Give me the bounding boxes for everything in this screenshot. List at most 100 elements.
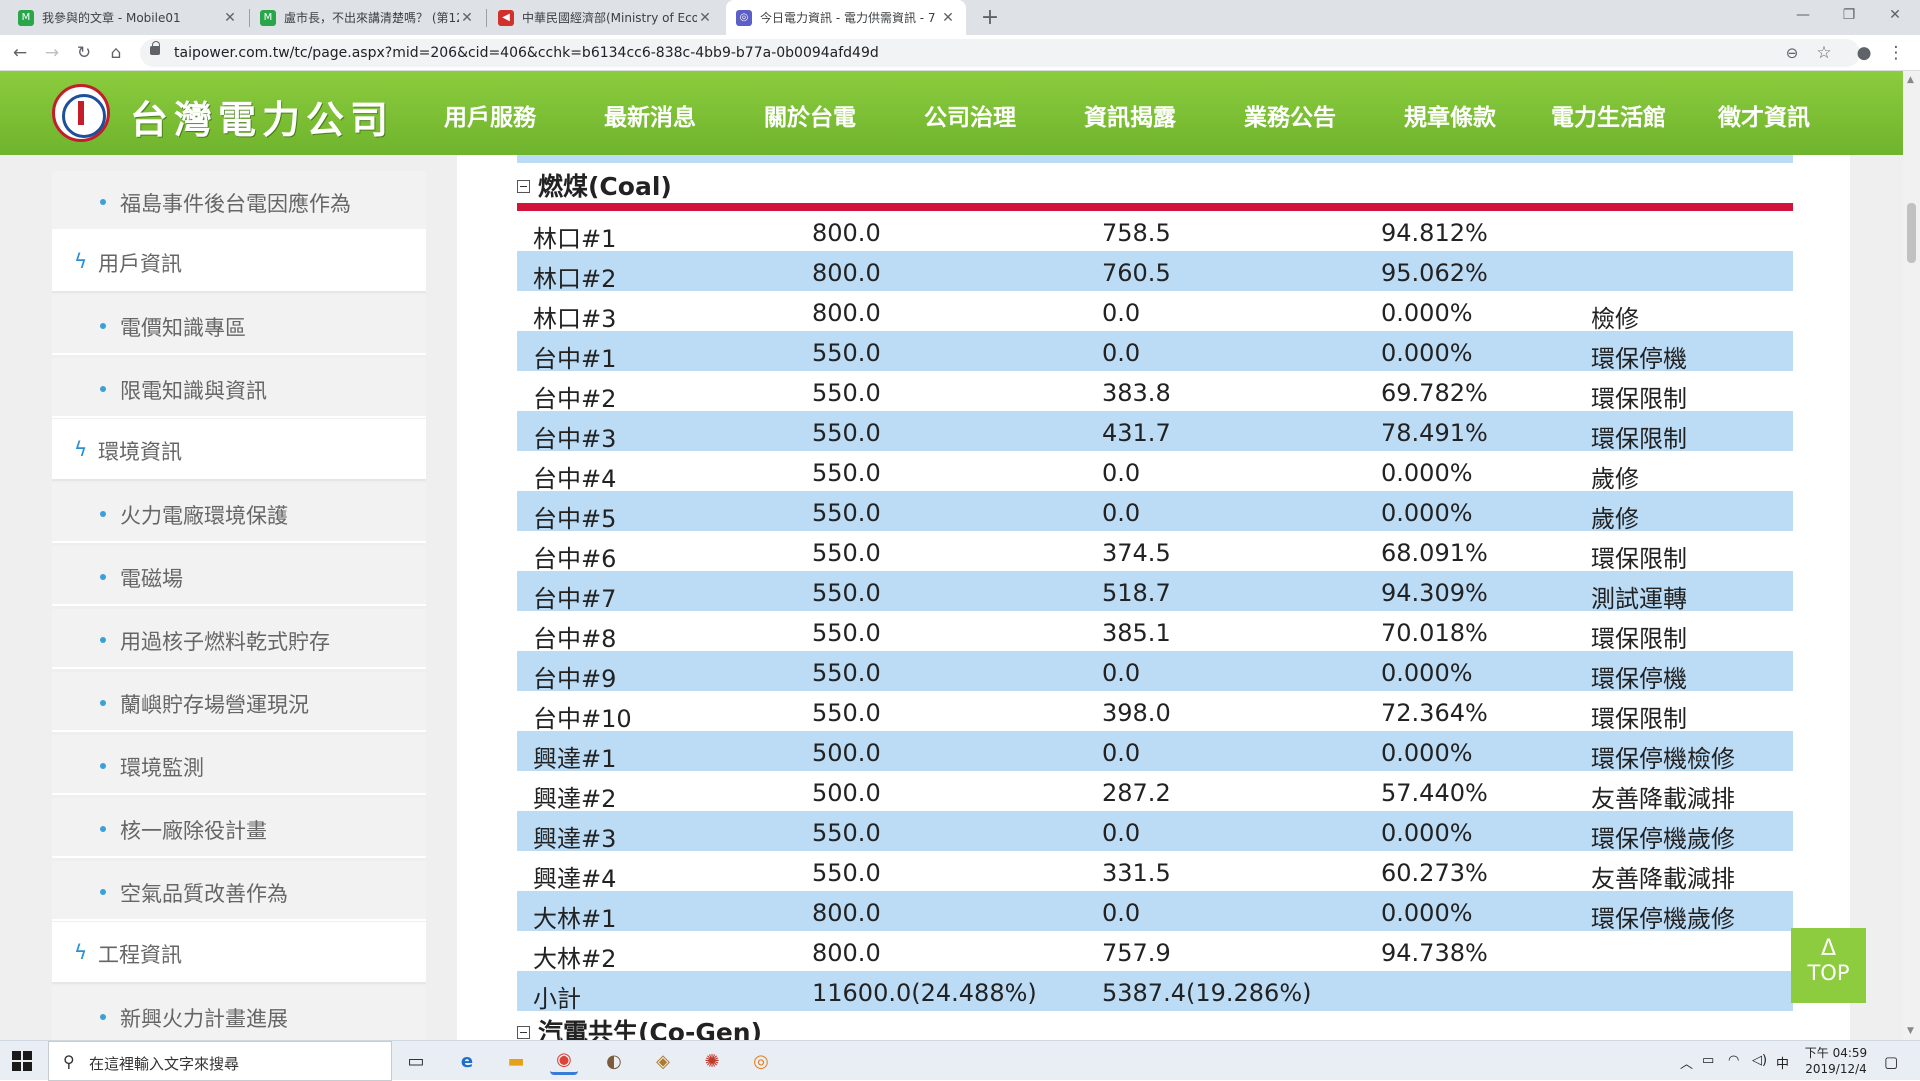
collapse-icon[interactable]	[517, 180, 530, 193]
browser-tab[interactable]: ◀ 中華民國經濟部(Ministry of Econ ✕	[488, 0, 723, 35]
sidebar-section[interactable]: ϟ 環境資訊	[52, 419, 426, 481]
nav-item-news[interactable]: 最新消息	[604, 98, 696, 132]
mobile01-favicon-icon: M	[260, 9, 276, 26]
nav-item-disclosure[interactable]: 資訊揭露	[1084, 98, 1176, 132]
nav-item-announcements[interactable]: 業務公告	[1244, 98, 1336, 132]
sidebar-item[interactable]: 環境監測	[52, 735, 426, 795]
app-icon[interactable]: ✺	[698, 1047, 726, 1075]
browser-tab[interactable]: M 盧市長，不出來講清楚嗎？ (第12 ✕	[250, 0, 485, 35]
reload-icon[interactable]: ↻	[72, 41, 96, 65]
sidebar-item[interactable]: 用過核子燃料乾式貯存	[52, 609, 426, 669]
clock-time: 下午 04:59	[1804, 1046, 1868, 1060]
home-icon[interactable]: ⌂	[104, 41, 128, 65]
nav-item-careers[interactable]: 徵才資訊	[1718, 98, 1810, 132]
sidebar-item[interactable]: 火力電廠環境保護	[52, 483, 426, 543]
cell-note: 環保限制	[1591, 385, 1687, 413]
bookmark-star-icon[interactable]: ☆	[1812, 41, 1836, 65]
battery-icon[interactable]: ▭	[1702, 1053, 1714, 1068]
cell-unit: 台中#9	[533, 665, 617, 693]
cell-unit: 台中#10	[533, 705, 632, 733]
browser-tab[interactable]: M 我參與的文章 - Mobile01 ✕	[8, 0, 248, 35]
volume-icon[interactable]: ◁)	[1752, 1053, 1767, 1068]
sidebar-item[interactable]: 蘭嶼貯存場營運現況	[52, 672, 426, 732]
nav-item-governance[interactable]: 公司治理	[924, 98, 1016, 132]
cell-capacity: 550.0	[812, 579, 881, 607]
browser-tab-active[interactable]: ◎ 今日電力資訊 - 電力供需資訊 - 7 ✕	[726, 0, 966, 35]
nav-item-customer-service[interactable]: 用戶服務	[444, 98, 536, 132]
app-icon[interactable]: ◐	[600, 1047, 628, 1075]
cell-note: 歲修	[1591, 465, 1639, 493]
blender-icon[interactable]: ◎	[747, 1047, 775, 1075]
site-brand[interactable]: 台灣電力公司	[130, 89, 394, 144]
zoom-icon[interactable]: ⊖	[1780, 41, 1804, 65]
ime-indicator[interactable]: 中	[1776, 1053, 1789, 1072]
url-text[interactable]: taipower.com.tw/tc/page.aspx?mid=206&cid…	[174, 45, 879, 61]
chrome-browser-icon[interactable]: ◉	[550, 1047, 578, 1075]
nav-item-about[interactable]: 關於台電	[764, 98, 856, 132]
cell-output: 518.7	[1102, 579, 1171, 607]
windows-start-icon[interactable]	[12, 1051, 32, 1071]
sidebar-item[interactable]: 限電知識與資訊	[52, 358, 426, 418]
taipower-logo-icon[interactable]	[52, 84, 110, 142]
cell-note: 環保停機歲修	[1591, 905, 1735, 933]
address-bar[interactable]: taipower.com.tw/tc/page.aspx?mid=206&cid…	[140, 39, 1860, 67]
close-window-icon[interactable]: ✕	[1872, 0, 1918, 30]
tray-expand-icon[interactable]: ︿	[1680, 1053, 1693, 1072]
cell-capacity: 500.0	[812, 739, 881, 767]
close-tab-icon[interactable]: ✕	[697, 10, 713, 26]
sidebar-item[interactable]: 福島事件後台電因應作為	[52, 171, 426, 231]
taskbar-search-box[interactable]: ⚲ 在這裡輸入文字來搜尋	[48, 1041, 392, 1081]
sidebar-item[interactable]: 電磁場	[52, 546, 426, 606]
nav-item-regulations[interactable]: 規章條款	[1404, 98, 1496, 132]
cell-ratio: 0.000%	[1381, 899, 1473, 927]
scroll-down-icon[interactable]: ▼	[1907, 1026, 1914, 1036]
cell-unit: 林口#3	[533, 305, 617, 333]
cell-unit: 台中#2	[533, 385, 617, 413]
collapse-icon[interactable]	[517, 1026, 530, 1039]
app-icon[interactable]: ◈	[649, 1047, 677, 1075]
sidebar-item[interactable]: 核一廠除役計畫	[52, 798, 426, 858]
sidebar-item[interactable]: 空氣品質改善作為	[52, 861, 426, 921]
nav-item-power-life[interactable]: 電力生活館	[1551, 98, 1666, 132]
scroll-up-icon[interactable]: ▲	[1907, 75, 1914, 85]
cell-unit: 興達#2	[533, 785, 617, 813]
task-view-icon[interactable]: ▭	[402, 1047, 430, 1075]
sidebar-item[interactable]: 電價知識專區	[52, 295, 426, 355]
new-tab-button[interactable]: +	[976, 0, 1004, 35]
cell-ratio: 69.782%	[1381, 379, 1488, 407]
windows-taskbar: ⚲ 在這裡輸入文字來搜尋 ▭ e ▬ ◉ ◐ ◈ ✺ ◎ ︿ ▭ ◠ ◁) 中 …	[0, 1040, 1920, 1081]
restore-window-icon[interactable]: ❐	[1826, 0, 1872, 30]
forward-arrow-icon[interactable]: →	[40, 41, 64, 65]
taskbar-clock[interactable]: 下午 04:59 2019/12/4	[1796, 1045, 1876, 1077]
sidebar-item[interactable]: 新興火力計畫進展	[52, 986, 426, 1040]
cell-output: 374.5	[1102, 539, 1171, 567]
table-row: 台中#1 550.0 0.0 0.000% 環保停機	[517, 331, 1793, 373]
cogen-section-header[interactable]: 汽電共生(Co-Gen)	[517, 1013, 762, 1040]
browser-menu-icon[interactable]: ⋮	[1884, 41, 1908, 65]
profile-avatar-icon[interactable]: ●	[1852, 41, 1876, 65]
bullet-icon	[100, 637, 106, 643]
scrollbar-thumb[interactable]	[1907, 203, 1916, 263]
notification-icon[interactable]: ▢	[1884, 1053, 1898, 1071]
network-icon[interactable]: ◠	[1728, 1053, 1739, 1068]
table-row: 台中#5 550.0 0.0 0.000% 歲修	[517, 491, 1793, 533]
sidebar-section[interactable]: ϟ 用戶資訊	[52, 231, 426, 293]
cell-capacity: 800.0	[812, 299, 881, 327]
close-tab-icon[interactable]: ✕	[222, 10, 238, 26]
sidebar-section-label: 工程資訊	[98, 943, 182, 967]
back-to-top-button[interactable]: Δ TOP	[1791, 928, 1866, 1003]
section-title: 燃煤(Coal)	[538, 172, 672, 201]
edge-browser-icon[interactable]: e	[453, 1047, 481, 1075]
back-arrow-icon[interactable]: ←	[8, 41, 32, 65]
page-scrollbar[interactable]: ▲ ▼	[1903, 71, 1920, 1040]
sidebar-section[interactable]: ϟ 工程資訊	[52, 922, 426, 984]
file-explorer-icon[interactable]: ▬	[502, 1047, 530, 1075]
tab-title: 盧市長，不出來講清楚嗎？ (第12	[284, 11, 459, 25]
subtotal-row: 小計 11600.0(24.488%) 5387.4(19.286%)	[517, 971, 1793, 1013]
cell-ratio: 60.273%	[1381, 859, 1488, 887]
coal-section-header[interactable]: 燃煤(Coal)	[517, 167, 672, 203]
close-tab-icon[interactable]: ✕	[459, 10, 475, 26]
cell-ratio: 0.000%	[1381, 739, 1473, 767]
close-tab-icon[interactable]: ✕	[940, 10, 956, 26]
minimize-window-icon[interactable]: —	[1780, 0, 1826, 30]
